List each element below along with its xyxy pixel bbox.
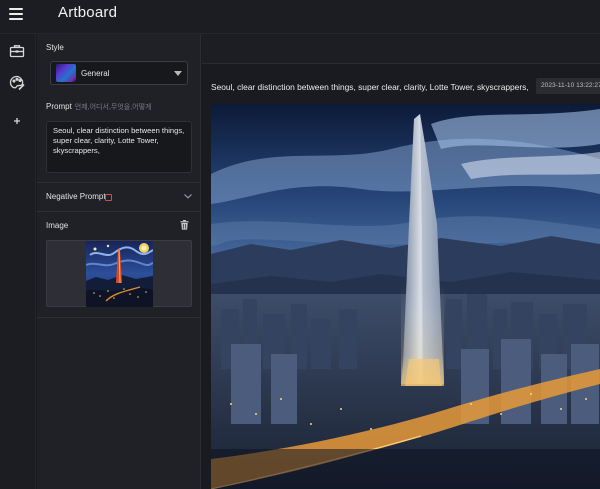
icon-rail: [0, 34, 36, 489]
prompt-input[interactable]: Seoul, clear distinction between things,…: [46, 121, 192, 173]
prompt-label-text: Prompt: [46, 102, 72, 111]
style-label: Style: [46, 43, 64, 52]
image-label: Image: [46, 221, 69, 230]
plus-icon[interactable]: [8, 112, 26, 130]
prompt-label: Prompt 언제,어디서,무엇을,어떻게: [46, 102, 151, 112]
toolbox-icon[interactable]: [8, 42, 26, 60]
menu-icon[interactable]: [9, 6, 25, 24]
divider: [37, 317, 201, 318]
image-upload-slot[interactable]: [46, 240, 192, 307]
result-caption: Seoul, clear distinction between things,…: [211, 82, 529, 92]
prompt-hint: 언제,어디서,무엇을,어떻게: [74, 104, 152, 111]
trash-icon[interactable]: [180, 220, 189, 230]
palette-icon[interactable]: [8, 74, 26, 92]
style-value: General: [81, 69, 110, 78]
settings-panel: Style General Prompt 언제,어디서,무엇을,어떻게 Seoul…: [37, 34, 201, 489]
negative-prompt-label: Negative Prompt: [46, 192, 106, 201]
main-toolbar: [202, 34, 600, 64]
generated-image[interactable]: [211, 104, 600, 489]
source-image-thumbnail: [86, 241, 153, 307]
result-timestamp: 2023-11-10 13:22:27: [536, 78, 600, 94]
top-bar: Artboard: [0, 0, 600, 34]
divider: [37, 211, 201, 212]
app-title: Artboard: [58, 4, 118, 21]
chevron-down-icon: [174, 71, 182, 76]
warning-icon: [105, 194, 112, 201]
chevron-down-icon: [184, 194, 192, 199]
style-select[interactable]: General: [50, 61, 188, 85]
style-thumbnail: [56, 64, 76, 82]
main-area: Seoul, clear distinction between things,…: [202, 34, 600, 489]
